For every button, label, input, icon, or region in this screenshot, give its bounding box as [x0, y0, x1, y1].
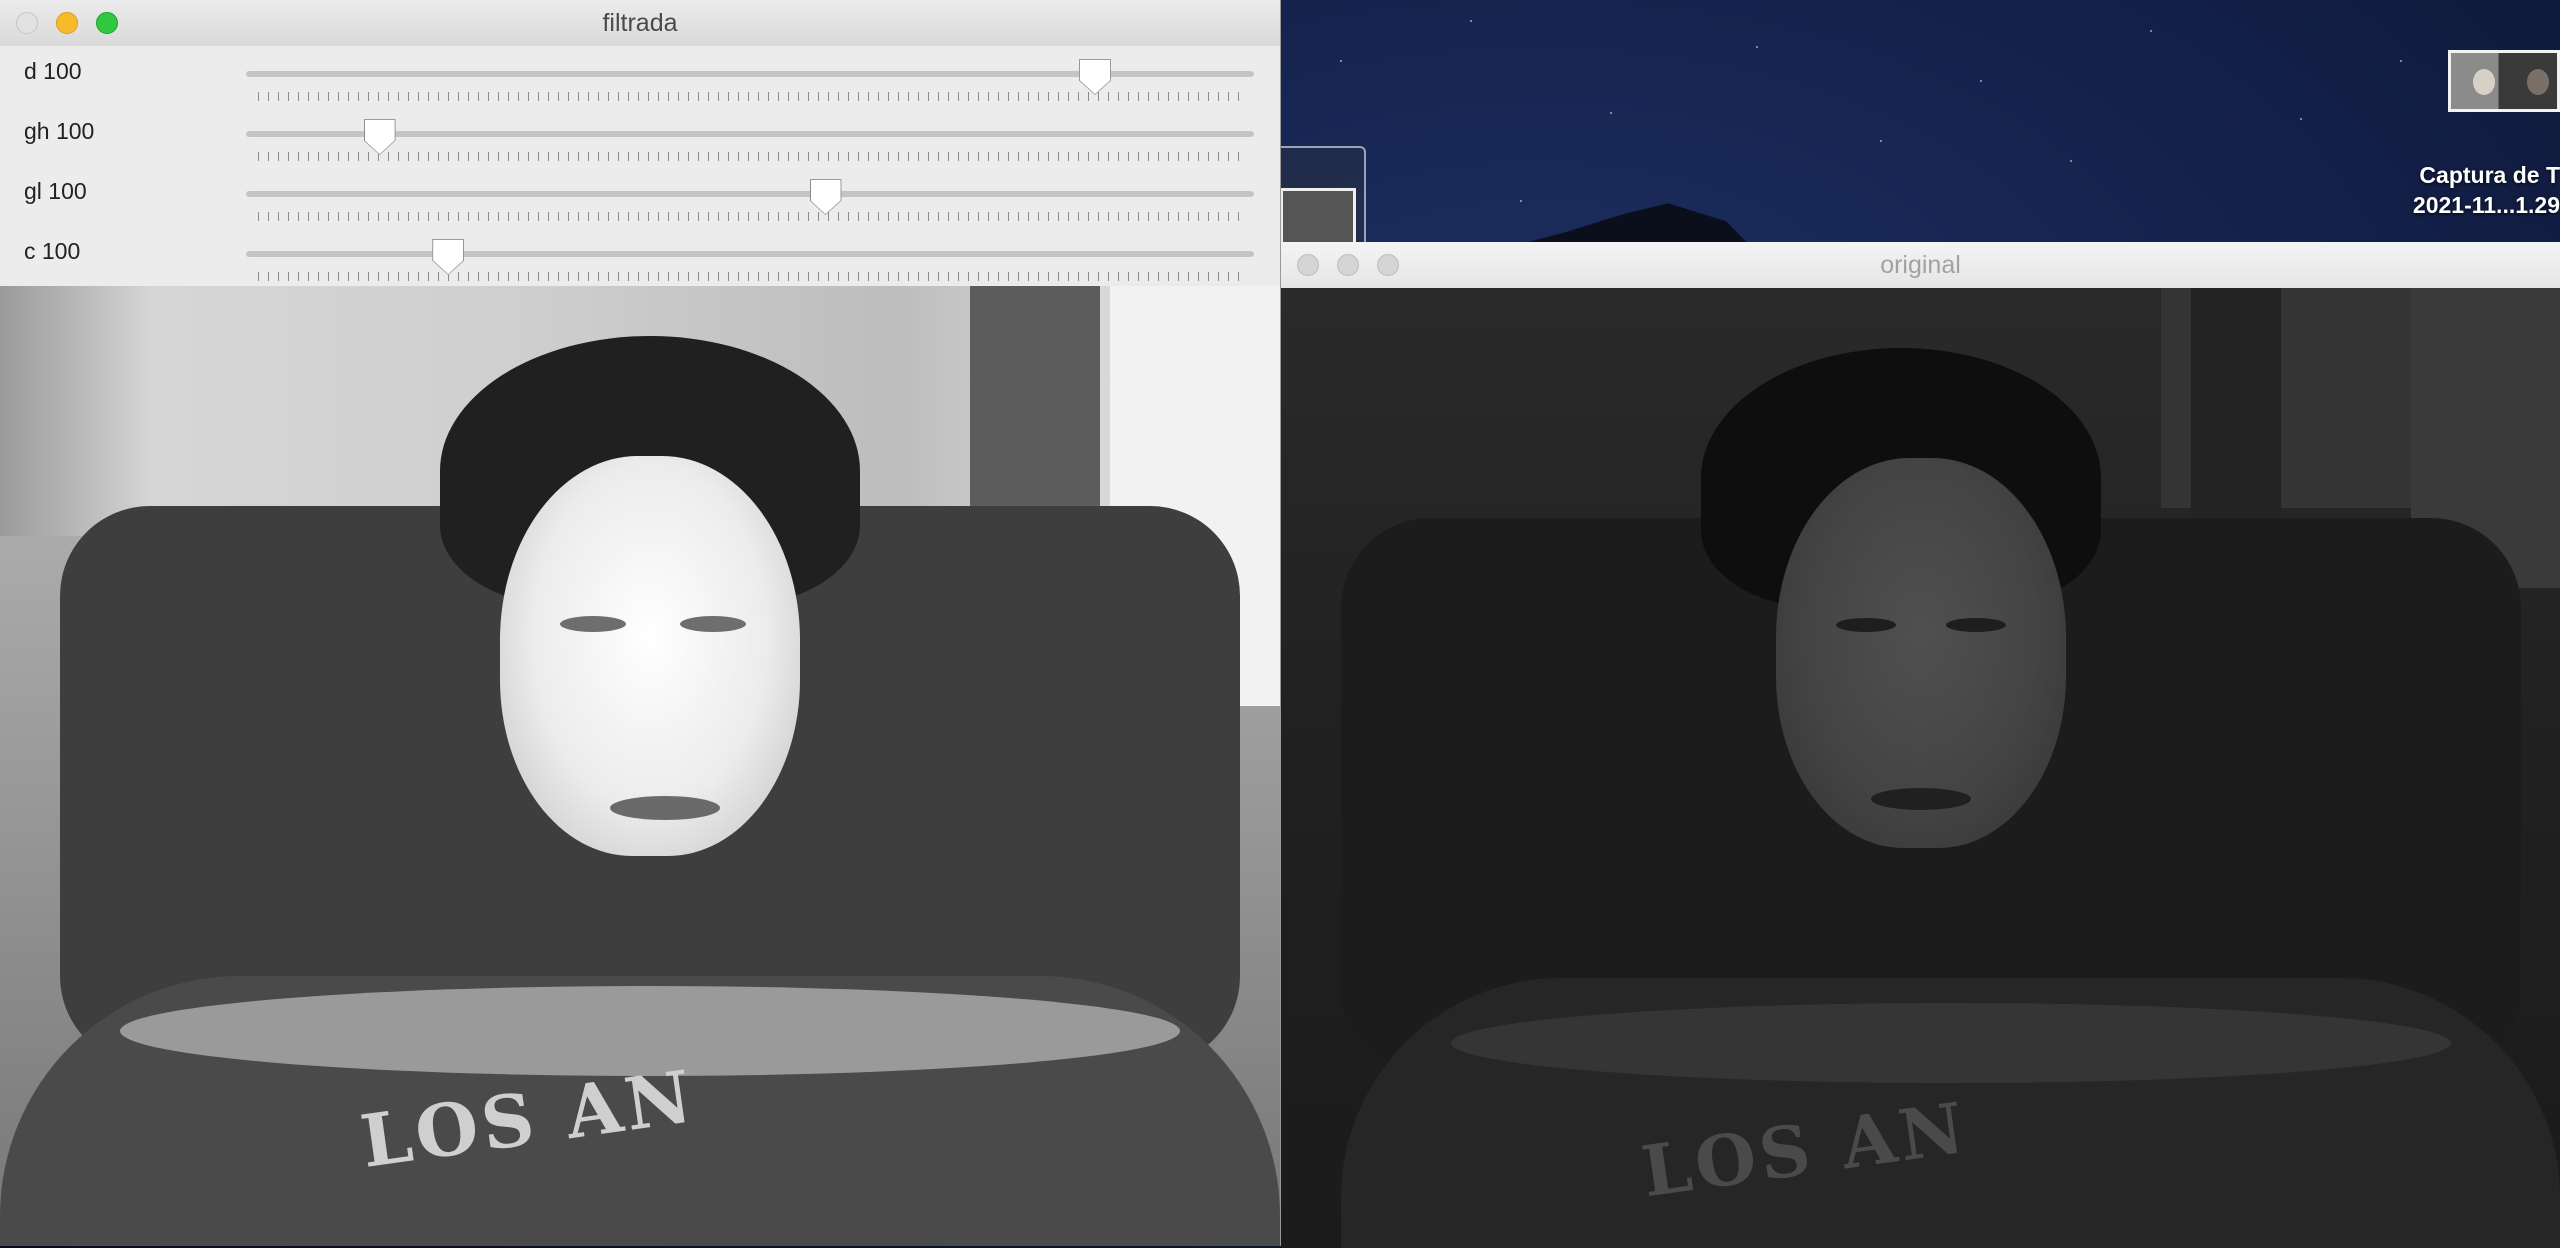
original-titlebar[interactable]: original — [1281, 242, 2560, 289]
slider-gl[interactable]: gl 100 — [0, 168, 1280, 228]
slider-label: gl 100 — [24, 178, 87, 204]
slider-track[interactable] — [246, 131, 1254, 137]
background-window[interactable] — [1270, 146, 1366, 250]
slider-thumb[interactable] — [1080, 60, 1110, 94]
slider-track[interactable] — [246, 251, 1254, 257]
slider-thumb[interactable] — [364, 120, 395, 154]
filtrada-image: LOS AN — [0, 286, 1280, 1246]
window-title: filtrada — [602, 9, 678, 37]
trackbar-panel: d 100 gh 100 gl 100 c 100 — [0, 46, 1280, 286]
filtrada-titlebar[interactable]: filtrada — [0, 0, 1280, 47]
slider-c[interactable]: c 100 — [0, 228, 1280, 288]
screenshot-file-label[interactable]: Captura de T 2021-11...1.29 — [2380, 160, 2560, 220]
slider-ticks — [258, 152, 1242, 161]
window-title: original — [1880, 251, 1961, 279]
slider-ticks — [258, 212, 1242, 221]
slider-gh[interactable]: gh 100 — [0, 108, 1280, 168]
slider-thumb[interactable] — [810, 180, 841, 214]
slider-thumb[interactable] — [433, 240, 464, 274]
slider-track[interactable] — [246, 191, 1254, 197]
slider-label: gh 100 — [24, 118, 95, 144]
slider-d[interactable]: d 100 — [0, 48, 1280, 108]
filtrada-window[interactable]: filtrada d 100 gh 100 gl 100 c 100 LOS A… — [0, 0, 1281, 1246]
screenshot-file-thumbnail[interactable] — [2448, 50, 2560, 112]
original-image: LOS AN — [1281, 288, 2560, 1248]
slider-label: c 100 — [24, 238, 81, 264]
slider-label: d 100 — [24, 58, 82, 84]
original-window[interactable]: original LOS AN — [1281, 242, 2560, 1248]
slider-ticks — [258, 272, 1242, 281]
file-label-line2: 2021-11...1.29 — [2412, 192, 2560, 218]
file-label-line1: Captura de T — [2419, 162, 2560, 188]
